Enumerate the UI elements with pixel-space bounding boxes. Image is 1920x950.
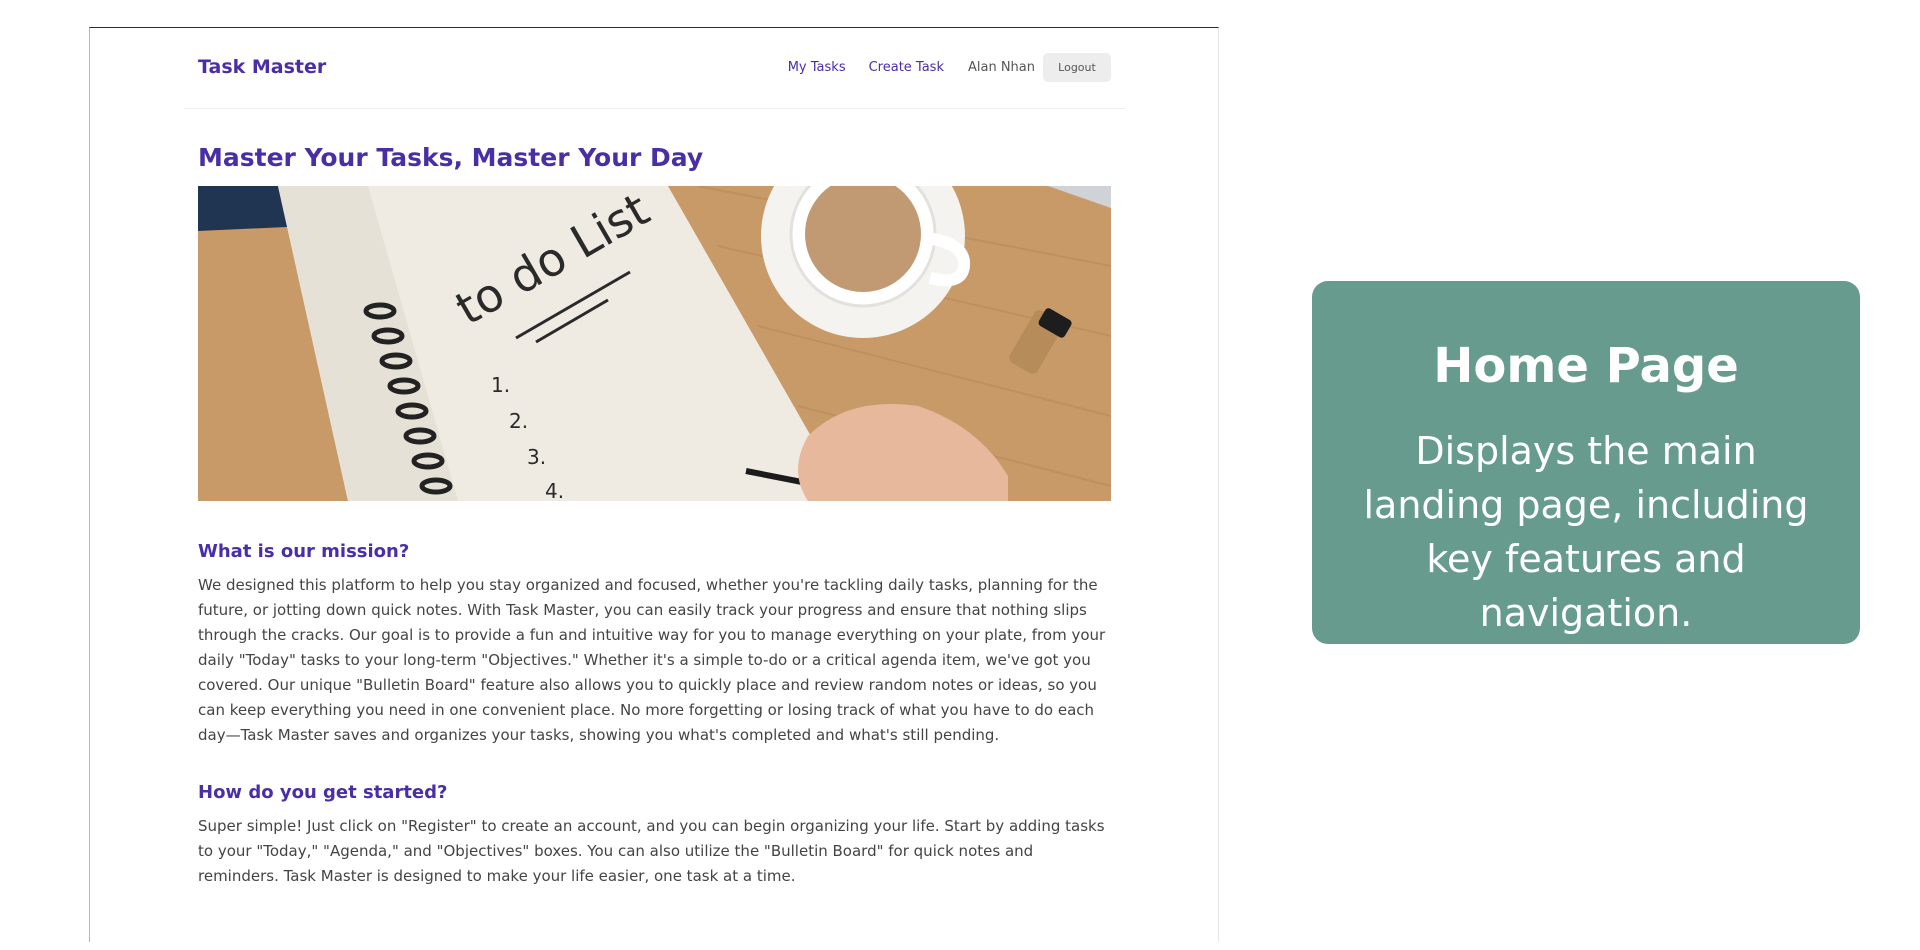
page-container: Task Master My Tasks Create Task Alan Nh… — [184, 28, 1125, 889]
nav-create-task-link[interactable]: Create Task — [869, 60, 944, 75]
get-started-title: How do you get started? — [198, 782, 448, 803]
list-number-3: 3. — [527, 445, 546, 469]
get-started-paragraph: Super simple! Just click on "Register" t… — [198, 817, 1105, 885]
nav-my-tasks-link[interactable]: My Tasks — [788, 60, 846, 75]
user-name: Alan Nhan — [967, 60, 1035, 75]
logout-button[interactable]: Logout — [1043, 53, 1111, 82]
card-title: Home Page — [1433, 338, 1739, 394]
list-number-1: 1. — [491, 373, 510, 397]
mission-title: What is our mission? — [198, 541, 410, 562]
hero-title: Master Your Tasks, Master Your Day — [198, 143, 704, 172]
nav-links: My Tasks Create Task Alan Nhan Logout — [765, 53, 1111, 82]
info-card: Home Page Displays the main landing page… — [1312, 281, 1860, 644]
navbar: Task Master My Tasks Create Task Alan Nh… — [184, 28, 1125, 109]
screenshot-frame: Task Master My Tasks Create Task Alan Nh… — [89, 27, 1219, 942]
list-number-4: 4. — [545, 479, 564, 501]
list-number-2: 2. — [509, 409, 528, 433]
card-description: Displays the main landing page, includin… — [1363, 429, 1809, 635]
mission-paragraph: We designed this platform to help you st… — [198, 576, 1106, 744]
brand-logo[interactable]: Task Master — [198, 56, 326, 78]
hero-image: to do List 1. 2. 3. 4. — [198, 186, 1111, 501]
